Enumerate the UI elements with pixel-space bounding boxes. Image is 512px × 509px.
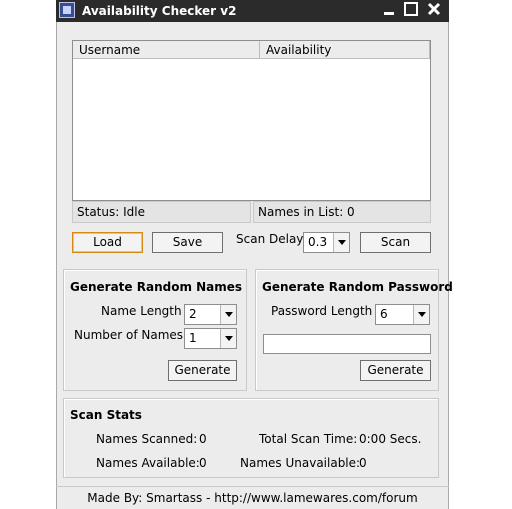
names-unavailable-label: Names Unavailable:: [240, 456, 361, 470]
number-of-names-value: 1: [189, 331, 197, 345]
save-button[interactable]: Save: [152, 232, 223, 253]
title-bar[interactable]: Availability Checker v2: [56, 0, 449, 22]
names-available-value: 0: [199, 456, 207, 470]
password-length-select[interactable]: 6: [375, 304, 430, 325]
scan-button[interactable]: Scan: [360, 232, 431, 253]
total-scan-time-label: Total Scan Time:: [259, 432, 358, 446]
app-icon: [59, 2, 75, 18]
column-header-username[interactable]: Username: [73, 41, 260, 59]
scan-stats-title: Scan Stats: [70, 408, 142, 422]
password-length-label: Password Length: [271, 304, 373, 318]
random-names-title: Generate Random Names: [70, 280, 243, 294]
chevron-down-icon[interactable]: [220, 329, 236, 348]
generate-names-button[interactable]: Generate: [168, 360, 237, 381]
name-length-label: Name Length: [101, 304, 182, 318]
chevron-down-icon[interactable]: [220, 305, 236, 324]
number-of-names-select[interactable]: 1: [184, 328, 237, 349]
number-of-names-label: Number of Names: [74, 328, 184, 342]
name-length-value: 2: [189, 307, 197, 321]
names-unavailable-value: 0: [359, 456, 367, 470]
random-password-title: Generate Random Password: [262, 280, 453, 294]
scan-delay-value: 0.3: [308, 235, 328, 249]
load-button[interactable]: Load: [72, 232, 143, 253]
password-length-value: 6: [380, 307, 388, 321]
footer-credit: Made By: Smartass - http://www.lamewares…: [56, 486, 449, 509]
generate-password-button[interactable]: Generate: [360, 360, 431, 381]
close-icon[interactable]: [425, 2, 443, 19]
chevron-down-icon[interactable]: [413, 305, 429, 324]
status-text: Status: Idle: [72, 201, 251, 223]
minimize-icon[interactable]: [380, 2, 398, 19]
password-output-field[interactable]: [263, 334, 431, 354]
scan-delay-select[interactable]: 0.3: [303, 232, 350, 253]
names-in-list: Names in List: 0: [253, 201, 431, 223]
names-scanned-label: Names Scanned:: [96, 432, 198, 446]
name-length-select[interactable]: 2: [184, 304, 237, 325]
chevron-down-icon[interactable]: [333, 233, 349, 252]
scan-delay-label: Scan Delay: [236, 232, 304, 246]
names-available-label: Names Available:: [96, 456, 200, 470]
maximize-icon[interactable]: [402, 2, 420, 19]
window-title: Availability Checker v2: [82, 4, 237, 18]
column-header-availability[interactable]: Availability: [260, 41, 430, 59]
username-list[interactable]: Username Availability: [72, 40, 431, 201]
names-scanned-value: 0: [199, 432, 207, 446]
total-scan-time-value: 0:00 Secs.: [359, 432, 422, 446]
